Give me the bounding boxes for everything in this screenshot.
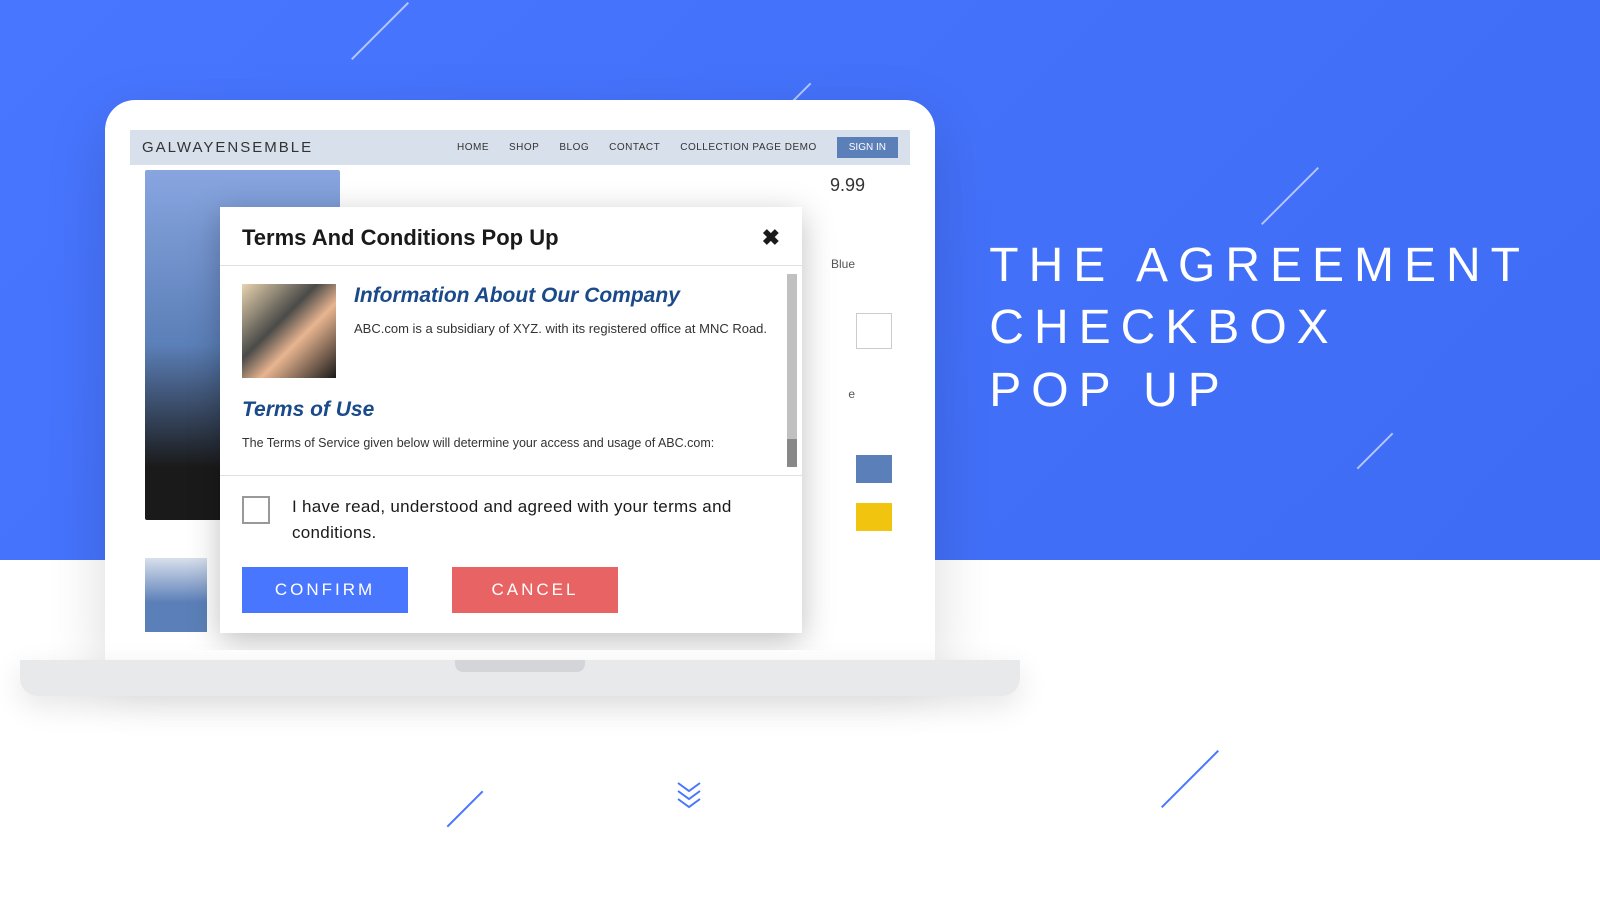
laptop-notch: [455, 660, 585, 672]
product-page: 9.99 Blue e Terms And Conditions Pop Up: [130, 165, 910, 650]
hero-line-3: POP UP: [989, 360, 1530, 422]
nav-shop[interactable]: SHOP: [509, 142, 539, 153]
modal-buttons: CONFIRM CANCEL: [242, 567, 780, 613]
laptop-mockup: GALWAYENSEMBLE HOME SHOP BLOG CONTACT CO…: [20, 100, 1020, 696]
chevron-down-icon: [676, 797, 702, 807]
confirm-button[interactable]: CONFIRM: [242, 567, 408, 613]
company-info: Information About Our Company ABC.com is…: [354, 284, 767, 378]
modal-footer: I have read, understood and agreed with …: [220, 475, 802, 633]
browser-viewport: GALWAYENSEMBLE HOME SHOP BLOG CONTACT CO…: [130, 130, 910, 650]
color-swatch[interactable]: [856, 313, 892, 349]
laptop-base: [20, 660, 1020, 696]
terms-body: The Terms of Service given below will de…: [242, 436, 780, 450]
close-icon[interactable]: ✖: [762, 225, 780, 251]
cancel-button[interactable]: CANCEL: [452, 567, 618, 613]
company-body: ABC.com is a subsidiary of XYZ. with its…: [354, 320, 767, 338]
modal-header: Terms And Conditions Pop Up ✖: [220, 207, 802, 265]
nav-collection[interactable]: COLLECTION PAGE DEMO: [680, 142, 817, 153]
logo-thin: ENSEMBLE: [215, 139, 313, 156]
thumbnail[interactable]: [145, 558, 207, 632]
terms-heading: Terms of Use: [242, 398, 780, 422]
agree-text: I have read, understood and agreed with …: [292, 494, 780, 545]
site-header: GALWAYENSEMBLE HOME SHOP BLOG CONTACT CO…: [130, 130, 910, 165]
terms-modal: Terms And Conditions Pop Up ✖ Informatio…: [220, 207, 802, 633]
company-section: Information About Our Company ABC.com is…: [242, 284, 780, 378]
scroll-down-indicator[interactable]: [676, 781, 702, 805]
hero-line-1: THE AGREEMENT: [989, 235, 1530, 297]
laptop-screen: GALWAYENSEMBLE HOME SHOP BLOG CONTACT CO…: [105, 100, 935, 660]
terms-section: Terms of Use The Terms of Service given …: [242, 398, 780, 450]
hero-heading: THE AGREEMENT CHECKBOX POP UP: [989, 235, 1530, 422]
color-option-blue[interactable]: [856, 455, 892, 483]
company-image: [242, 284, 336, 378]
modal-title: Terms And Conditions Pop Up: [242, 225, 559, 251]
nav-contact[interactable]: CONTACT: [609, 142, 660, 153]
hero-line-2: CHECKBOX: [989, 297, 1530, 359]
logo-bold: GALWAY: [142, 139, 215, 156]
product-price: 9.99: [830, 175, 865, 196]
nav-blog[interactable]: BLOG: [559, 142, 589, 153]
product-variant-letter: e: [848, 387, 855, 401]
modal-body: Information About Our Company ABC.com is…: [220, 265, 802, 475]
nav-links: HOME SHOP BLOG CONTACT COLLECTION PAGE D…: [457, 137, 898, 158]
signin-button[interactable]: SIGN IN: [837, 137, 898, 158]
product-color-label: Blue: [831, 257, 855, 271]
company-heading: Information About Our Company: [354, 284, 767, 308]
agree-row: I have read, understood and agreed with …: [242, 494, 780, 545]
color-option-yellow[interactable]: [856, 503, 892, 531]
nav-home[interactable]: HOME: [457, 142, 489, 153]
site-logo[interactable]: GALWAYENSEMBLE: [142, 139, 313, 156]
agree-checkbox[interactable]: [242, 496, 270, 524]
scrollbar[interactable]: [787, 274, 797, 467]
